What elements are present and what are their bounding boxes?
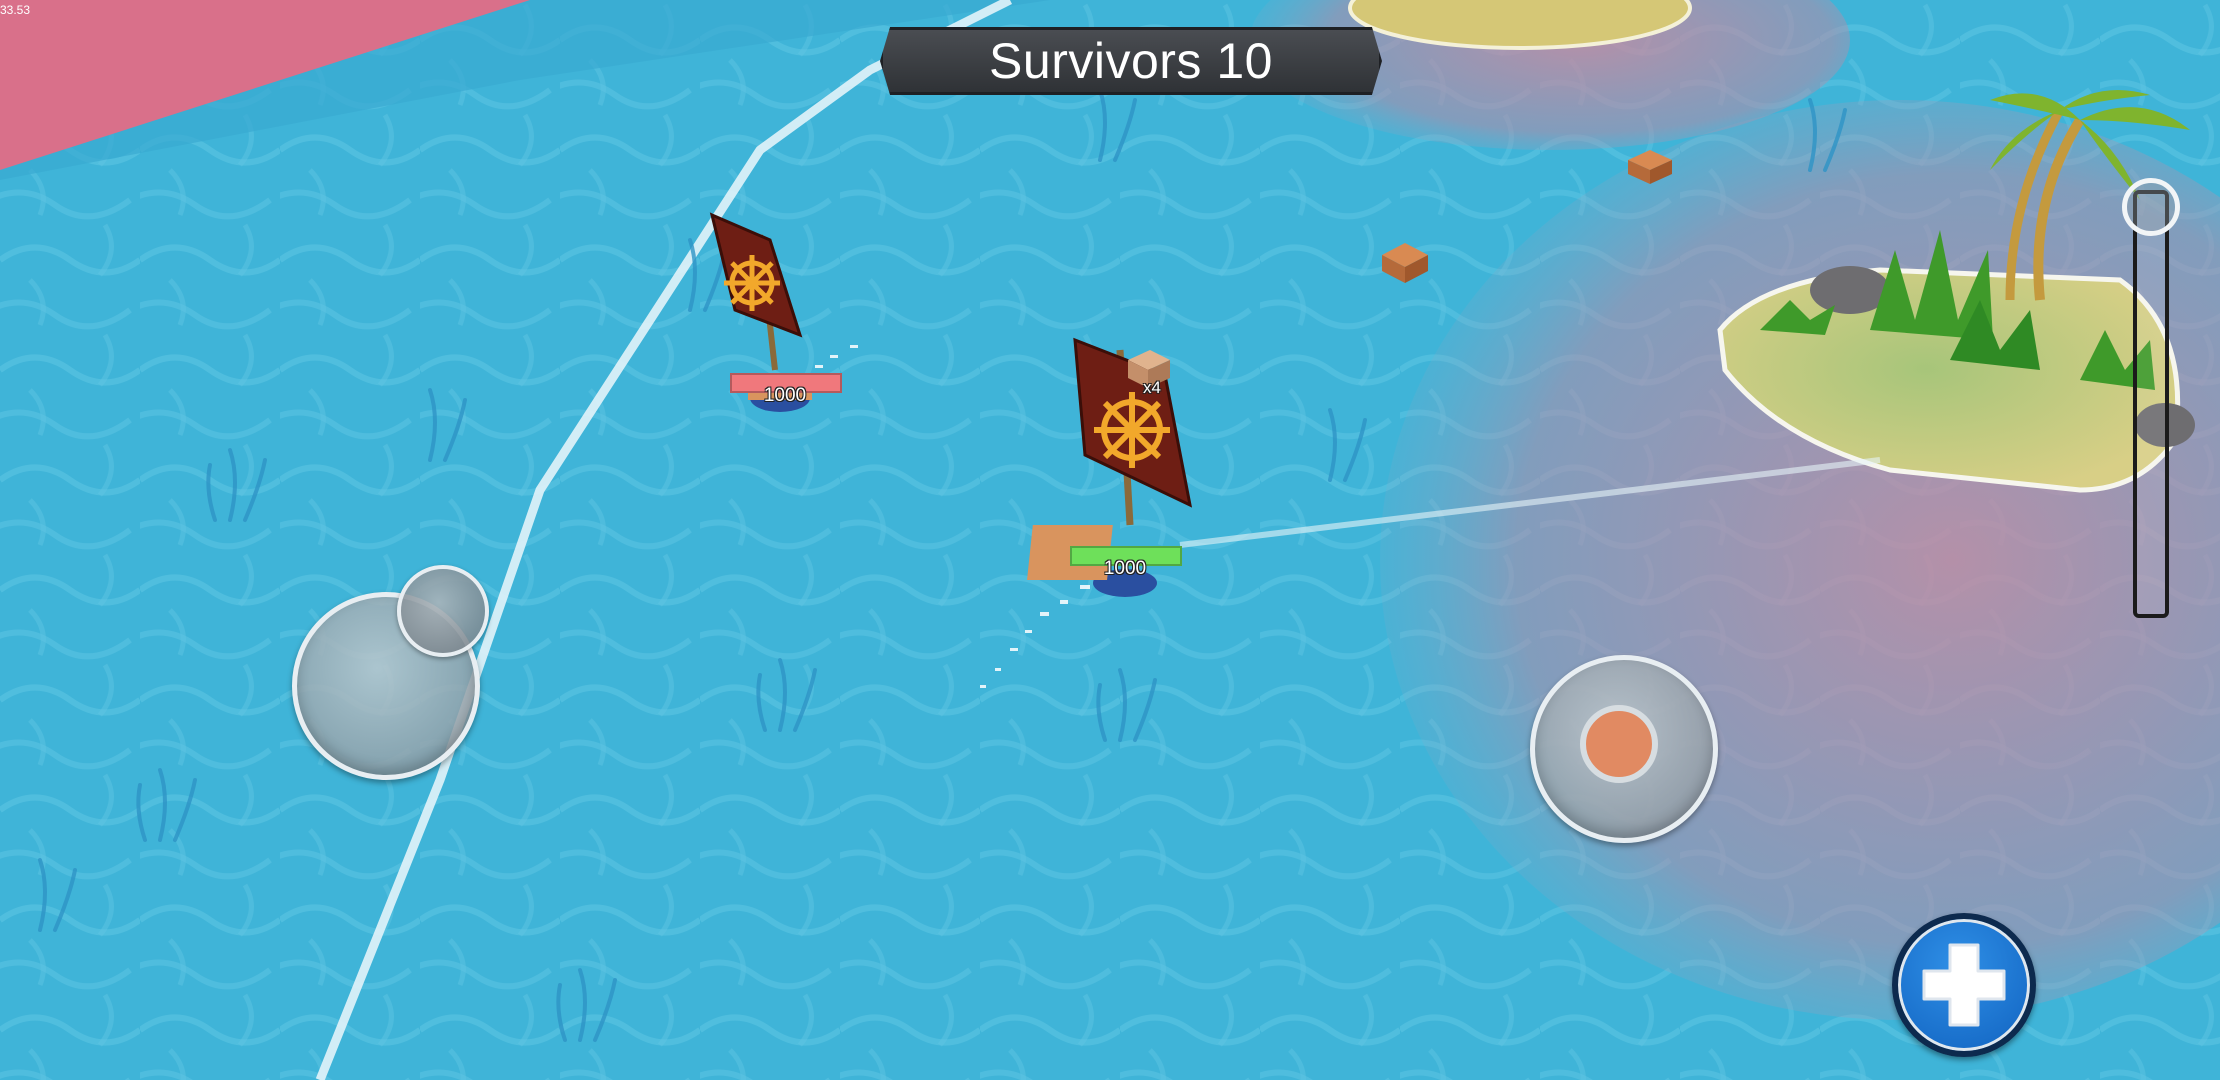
heal-button[interactable] <box>1892 913 2036 1057</box>
survivors-counter: Survivors 10 <box>880 27 1382 95</box>
zoom-slider-track[interactable] <box>2133 190 2169 618</box>
fps-readout: 33.53 <box>0 3 31 17</box>
enemy-hp-value: 1000 <box>763 385 807 406</box>
player-hp-value: 1000 <box>1103 558 1147 579</box>
player-multiplier: x4 <box>1143 378 1161 397</box>
zoom-slider-handle[interactable] <box>2122 178 2180 236</box>
plus-icon <box>1922 943 2006 1027</box>
game-scene <box>0 0 2220 1080</box>
fire-button-core[interactable] <box>1580 705 1658 783</box>
move-joystick-knob[interactable] <box>397 565 489 657</box>
wheel-emblem <box>1094 392 1170 468</box>
wheel-emblem <box>724 255 780 311</box>
